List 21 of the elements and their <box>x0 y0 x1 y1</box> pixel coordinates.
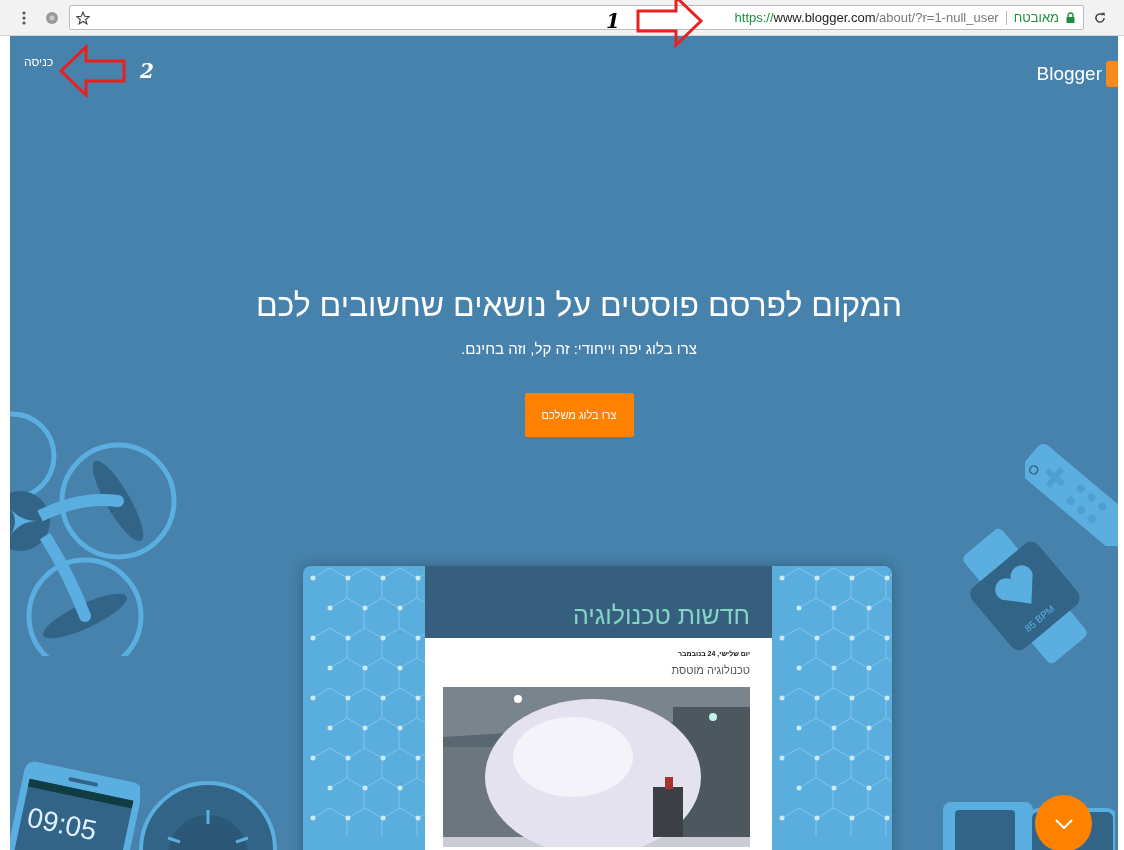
hero-subtitle: צרו בלוג יפה וייחודי: זה קל, וזה בחינם. <box>461 340 697 357</box>
annotation-number: 2 <box>140 59 154 83</box>
info-icon[interactable] <box>46 11 58 24</box>
blog-title: חדשות טכנולוגיה <box>572 601 750 630</box>
star-icon[interactable] <box>76 10 90 25</box>
lock-icon <box>1066 12 1075 23</box>
annotation-number: 1 <box>606 9 620 33</box>
menu-icon[interactable] <box>22 10 26 25</box>
sign-in-link[interactable]: כניסה <box>24 55 54 69</box>
secure-label: מאובטח <box>1013 10 1059 25</box>
hero-title: המקום לפרסם פוסטים על נושאים שחשובים לכם <box>255 287 903 324</box>
url-text: https://www.blogger.com/about/?r=1-null_user <box>734 10 999 25</box>
annotation-arrow <box>635 0 704 48</box>
annotation-arrow <box>58 44 126 98</box>
chevron-down-icon[interactable] <box>1054 818 1073 829</box>
post-title: טכנולוגיה מוטסת <box>671 664 750 676</box>
create-blog-button[interactable]: צרו בלוג משלכם <box>524 393 634 437</box>
scroll-down-button[interactable] <box>1035 795 1092 850</box>
blogger-logo[interactable]: Blogger <box>1036 63 1102 85</box>
clock-time: 09:05 <box>24 801 100 847</box>
reload-icon[interactable] <box>1093 10 1107 25</box>
